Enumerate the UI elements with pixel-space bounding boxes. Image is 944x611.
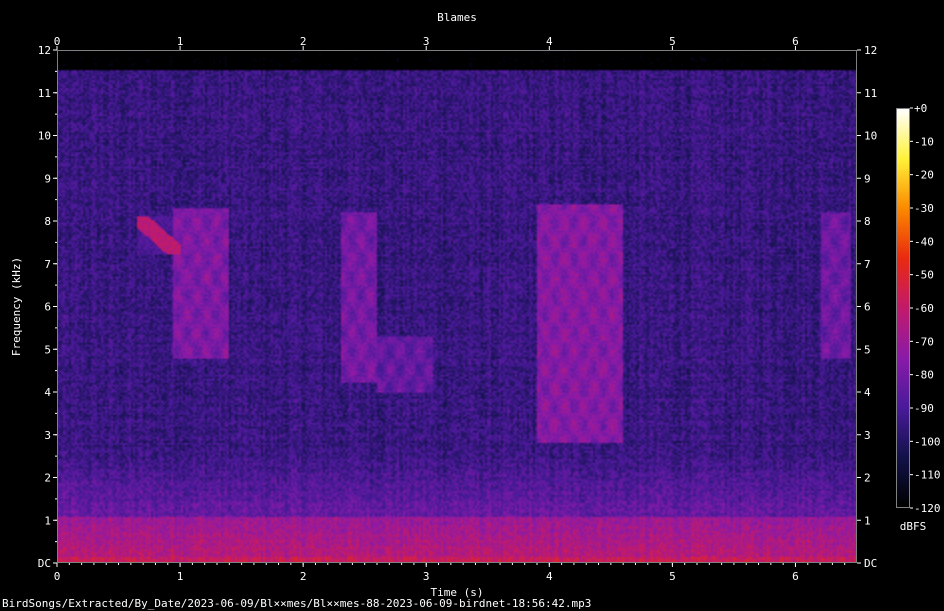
- colorbar-tick-label: -120: [914, 502, 941, 515]
- y-tick-label-left: 11: [38, 87, 51, 100]
- x-tick-label-bottom: 4: [546, 570, 553, 583]
- colorbar-tick-label: -10: [914, 135, 934, 148]
- y-tick-label-right: 12: [864, 44, 877, 57]
- spectrogram-chart: 00112233445566DC DC1 12 23 34 45 56 67 78 89 910 10…: [10, 11, 941, 599]
- y-tick-label-left: 9: [44, 172, 51, 185]
- y-tick-label-left: 3: [44, 429, 51, 442]
- y-tick-label-right: 6: [864, 301, 871, 314]
- y-tick-label-right: 2: [864, 472, 871, 485]
- colorbar-tick-label: -50: [914, 269, 934, 282]
- colorbar-tick-label: -60: [914, 302, 934, 315]
- colorbar-ticks: +0 -10 -20 -30 -40 -50 -60 -70 -80 -90 -100 -110 -12…: [910, 102, 941, 515]
- y-axis-label: Frequency (kHz): [10, 257, 23, 356]
- y-tick-label-right: 4: [864, 386, 871, 399]
- y-tick-label-left: DC: [38, 557, 51, 570]
- x-tick-label-bottom: 3: [423, 570, 430, 583]
- colorbar-tick-label: -100: [914, 435, 941, 448]
- colorbar-tick-label: -20: [914, 169, 934, 182]
- y-tick-label-right: 5: [864, 343, 871, 356]
- spectrogram-image: [57, 50, 857, 563]
- y-tick-label-right: 8: [864, 215, 871, 228]
- x-tick-label-top: 4: [546, 35, 553, 48]
- colorbar-tick-label: -30: [914, 202, 934, 215]
- y-tick-label-left: 12: [38, 44, 51, 57]
- colorbar-tick-label: -110: [914, 469, 941, 482]
- x-tick-label-top: 0: [54, 35, 61, 48]
- y-tick-label-left: 5: [44, 343, 51, 356]
- y-tick-label-left: 7: [44, 258, 51, 271]
- colorbar-label: dBFS: [900, 520, 927, 533]
- file-path: BirdSongs/Extracted/By_Date/2023-06-09/B…: [2, 597, 592, 610]
- x-tick-label-top: 2: [300, 35, 307, 48]
- colorbar-gradient: [896, 108, 910, 508]
- x-tick-label-bottom: 2: [300, 570, 307, 583]
- x-tick-label-bottom: 0: [54, 570, 61, 583]
- chart-title: Blames: [437, 11, 477, 24]
- colorbar-tick-label: +0: [914, 102, 927, 115]
- x-tick-label-top: 1: [177, 35, 184, 48]
- y-tick-label-left: 2: [44, 472, 51, 485]
- colorbar-tick-label: -90: [914, 402, 934, 415]
- colorbar-tick-label: -80: [914, 369, 934, 382]
- y-tick-label-left: 1: [44, 514, 51, 527]
- y-tick-label-left: 10: [38, 130, 51, 143]
- x-tick-label-top: 3: [423, 35, 430, 48]
- x-tick-label-top: 6: [792, 35, 799, 48]
- colorbar-tick-label: -40: [914, 235, 934, 248]
- x-tick-label-bottom: 1: [177, 570, 184, 583]
- y-tick-label-right: 11: [864, 87, 877, 100]
- y-tick-label-right: DC: [864, 557, 877, 570]
- y-tick-label-right: 1: [864, 514, 871, 527]
- x-tick-label-bottom: 6: [792, 570, 799, 583]
- x-tick-label-bottom: 5: [669, 570, 676, 583]
- colorbar-tick-label: -70: [914, 335, 934, 348]
- x-tick-label-top: 5: [669, 35, 676, 48]
- y-tick-label-left: 6: [44, 301, 51, 314]
- y-tick-label-left: 8: [44, 215, 51, 228]
- y-tick-label-right: 10: [864, 130, 877, 143]
- y-tick-label-right: 7: [864, 258, 871, 271]
- y-tick-label-right: 3: [864, 429, 871, 442]
- y-tick-label-left: 4: [44, 386, 51, 399]
- y-tick-label-right: 9: [864, 172, 871, 185]
